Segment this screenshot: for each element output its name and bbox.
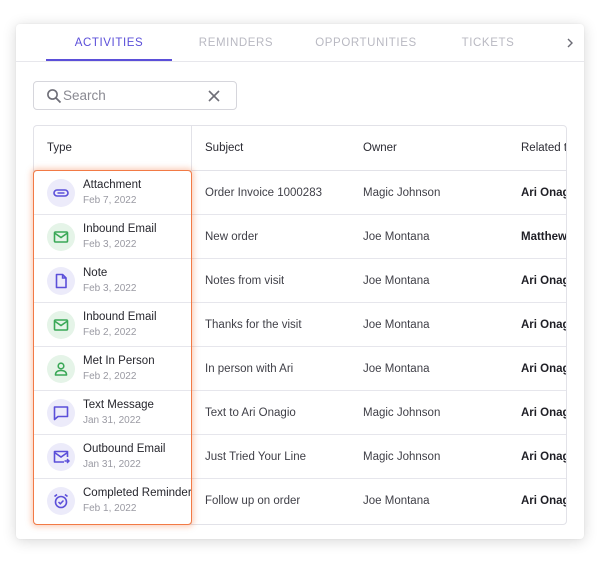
table-row[interactable]: Met In Person Feb 2, 2022 In person with… xyxy=(34,347,566,391)
tab-reminders[interactable]: REMINDERS xyxy=(188,24,284,62)
owner-cell: Joe Montana xyxy=(363,495,430,507)
activity-date: Feb 2, 2022 xyxy=(83,327,137,338)
subject-cell: In person with Ari xyxy=(205,363,294,375)
search-input[interactable] xyxy=(63,85,203,106)
header-related-to[interactable]: Related t xyxy=(521,126,566,170)
activity-date: Jan 31, 2022 xyxy=(83,459,141,470)
owner-cell: Joe Montana xyxy=(363,275,430,287)
owner-cell: Joe Montana xyxy=(363,363,430,375)
tabs-next-button[interactable] xyxy=(562,24,578,62)
subject-cell: Follow up on order xyxy=(205,495,301,507)
tab-opportunities[interactable]: OPPORTUNITIES xyxy=(306,24,426,62)
envelope-icon xyxy=(53,319,69,331)
activity-date: Feb 3, 2022 xyxy=(83,283,137,294)
activity-date: Feb 3, 2022 xyxy=(83,239,137,250)
search-icon xyxy=(47,89,62,104)
header-type[interactable]: Type xyxy=(47,126,72,170)
outbound-mail-icon xyxy=(53,450,70,464)
activities-card: ACTIVITIES REMINDERS OPPORTUNITIES TICKE… xyxy=(16,24,584,539)
paperclip-icon xyxy=(53,189,69,197)
type-icon-badge xyxy=(47,179,75,207)
related-cell[interactable]: Ari Onagio xyxy=(521,435,566,479)
related-cell[interactable]: Ari Onagio xyxy=(521,303,566,347)
table-row[interactable]: Inbound Email Feb 2, 2022 Thanks for the… xyxy=(34,303,566,347)
activity-type: Completed Reminder xyxy=(83,487,192,499)
type-icon-badge xyxy=(47,399,75,427)
activity-type: Met In Person xyxy=(83,355,155,367)
type-icon-badge xyxy=(47,311,75,339)
related-cell[interactable]: Ari Onagio xyxy=(521,391,566,435)
table-row[interactable]: Inbound Email Feb 3, 2022 New order Joe … xyxy=(34,215,566,259)
header-owner[interactable]: Owner xyxy=(363,126,397,170)
activity-date: Feb 7, 2022 xyxy=(83,195,137,206)
chevron-right-icon xyxy=(567,38,573,48)
subject-cell: Order Invoice 1000283 xyxy=(205,187,322,199)
owner-cell: Magic Johnson xyxy=(363,187,441,199)
activity-type: Inbound Email xyxy=(83,311,157,323)
header-subject[interactable]: Subject xyxy=(205,126,243,170)
owner-cell: Magic Johnson xyxy=(363,451,441,463)
type-icon-badge xyxy=(47,223,75,251)
table-row[interactable]: Attachment Feb 7, 2022 Order Invoice 100… xyxy=(34,171,566,215)
envelope-icon xyxy=(53,231,69,243)
owner-cell: Magic Johnson xyxy=(363,407,441,419)
active-tab-indicator xyxy=(46,59,172,61)
type-icon-badge xyxy=(47,487,75,515)
alarm-clock-icon xyxy=(54,493,68,509)
subject-cell: Just Tried Your Line xyxy=(205,451,307,463)
type-icon-badge xyxy=(47,443,75,471)
subject-cell: Text to Ari Onagio xyxy=(205,407,296,419)
subject-cell: Thanks for the visit xyxy=(205,319,302,331)
activity-date: Feb 2, 2022 xyxy=(83,371,137,382)
chat-bubble-icon xyxy=(53,406,69,421)
table-row[interactable]: Text Message Jan 31, 2022 Text to Ari On… xyxy=(34,391,566,435)
tab-activities[interactable]: ACTIVITIES xyxy=(46,24,172,62)
activity-date: Feb 1, 2022 xyxy=(83,503,137,514)
table-row[interactable]: Note Feb 3, 2022 Notes from visit Joe Mo… xyxy=(34,259,566,303)
owner-cell: Joe Montana xyxy=(363,319,430,331)
activity-type: Text Message xyxy=(83,399,154,411)
tab-tickets[interactable]: TICKETS xyxy=(452,24,524,62)
clear-search-icon[interactable] xyxy=(206,88,222,104)
document-icon xyxy=(55,273,67,289)
activity-type: Inbound Email xyxy=(83,223,157,235)
activity-type: Attachment xyxy=(83,179,142,191)
type-icon-badge xyxy=(47,355,75,383)
table-row[interactable]: Outbound Email Jan 31, 2022 Just Tried Y… xyxy=(34,435,566,479)
owner-cell: Joe Montana xyxy=(363,231,430,243)
related-cell[interactable]: Ari Onagio xyxy=(521,171,566,215)
subject-cell: New order xyxy=(205,231,259,243)
activity-type: Outbound Email xyxy=(83,443,166,455)
related-cell[interactable]: Ari Onagio xyxy=(521,479,566,523)
activity-type: Note xyxy=(83,267,108,279)
search-box xyxy=(33,81,237,110)
tab-bar: ACTIVITIES REMINDERS OPPORTUNITIES TICKE… xyxy=(16,24,584,62)
activity-date: Jan 31, 2022 xyxy=(83,415,141,426)
table-row[interactable]: Completed Reminder Feb 1, 2022 Follow up… xyxy=(34,479,566,523)
subject-cell: Notes from visit xyxy=(205,275,285,287)
related-cell[interactable]: Ari Onagio xyxy=(521,347,566,391)
related-cell[interactable]: Matthew xyxy=(521,215,566,259)
related-cell[interactable]: Ari Onagio xyxy=(521,259,566,303)
type-icon-badge xyxy=(47,267,75,295)
activities-table: Type Subject Owner Related t Attachment … xyxy=(33,125,567,525)
person-icon xyxy=(54,362,68,376)
